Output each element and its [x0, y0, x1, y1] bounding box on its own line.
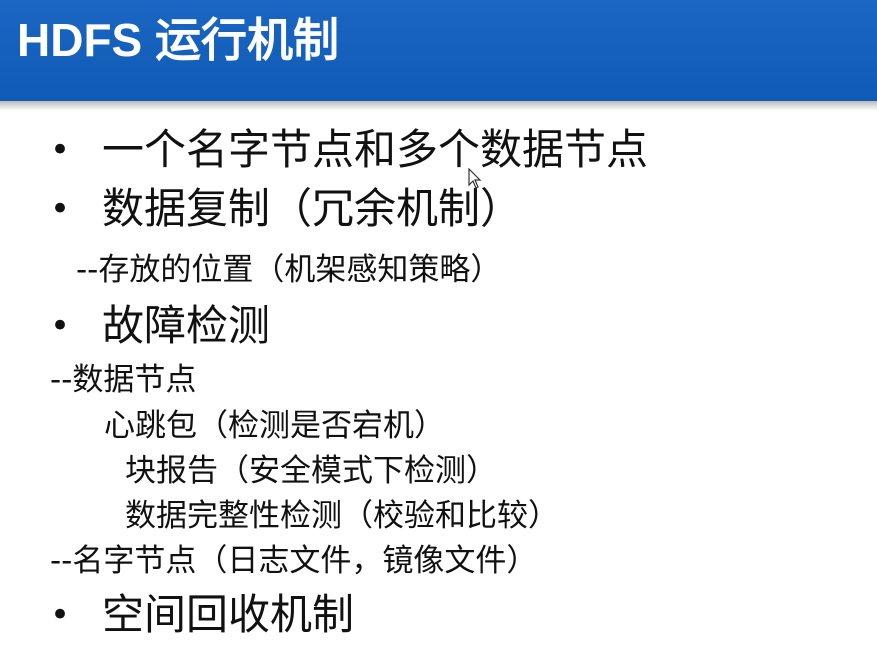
sub-item-block-report: 块报告（安全模式下检测）	[125, 453, 497, 489]
bullet-text: 数据复制（冗余机制）	[102, 184, 523, 233]
bullet-item-1: • 一个名字节点和多个数据节点	[50, 124, 648, 176]
sub-item-heartbeat: 心跳包（检测是否宕机）	[104, 408, 445, 444]
bullet-text: 一个名字节点和多个数据节点	[102, 125, 649, 174]
sub-item-integrity-check: 数据完整性检测（校验和比较）	[125, 498, 559, 534]
bullet-icon: •	[50, 189, 71, 229]
bullet-item-3: • 故障检测	[50, 300, 270, 352]
bullet-icon: •	[50, 595, 71, 635]
bullet-item-4: • 空间回收机制	[50, 589, 354, 641]
bullet-text: 空间回收机制	[102, 590, 355, 639]
title-bar-divider	[0, 101, 877, 111]
slide-title: HDFS 运行机制	[17, 14, 339, 66]
bullet-icon: •	[50, 130, 71, 170]
bullet-icon: •	[50, 306, 71, 346]
sub-item-datanode: --数据节点	[50, 362, 197, 398]
sub-item-namenode: --名字节点（日志文件，镜像文件）	[50, 543, 538, 579]
mouse-pointer-icon	[468, 168, 482, 189]
sub-item-placement: --存放的位置（机架感知策略）	[76, 252, 502, 288]
bullet-text: 故障检测	[102, 301, 271, 350]
bullet-item-2: • 数据复制（冗余机制）	[50, 183, 522, 235]
